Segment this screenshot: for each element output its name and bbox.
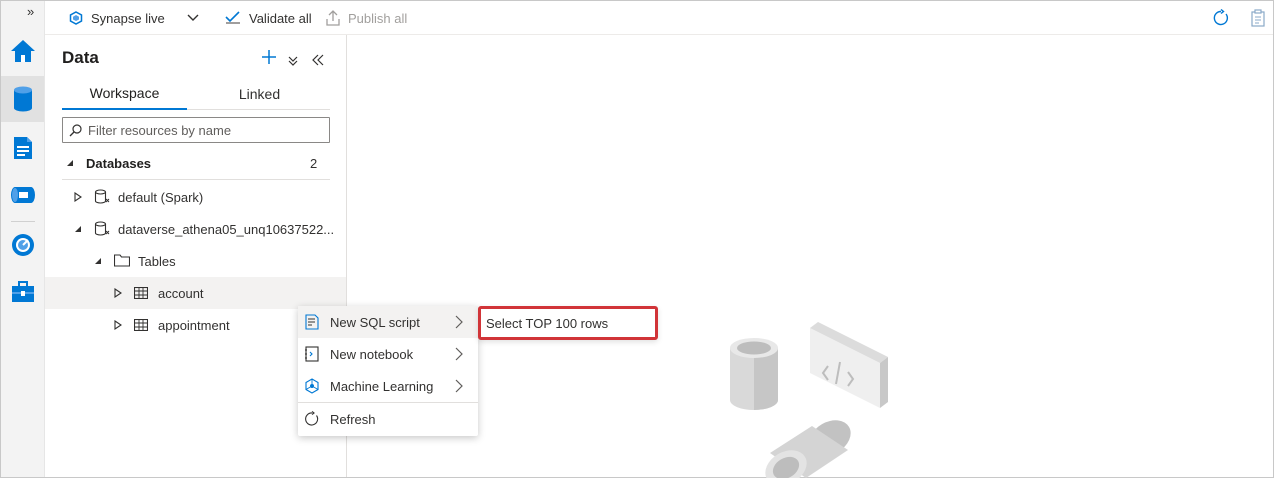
tree-item-tables-folder[interactable]: Tables [45,245,346,277]
tree-item-label: account [158,285,204,301]
discard-toolbar-button[interactable] [1251,1,1273,35]
caret-expanded-icon[interactable] [74,225,82,233]
tree-item-label: appointment [158,317,230,333]
chevron-right-icon [455,315,463,329]
refresh-icon [305,411,319,426]
database-icon [94,189,110,204]
tree-item-table-account[interactable]: account [45,277,346,309]
menu-item-label: Machine Learning [330,378,434,394]
databases-header[interactable]: Databases 2 [45,147,346,179]
publish-all-button[interactable]: Publish all [326,1,407,35]
expand-nav-icon[interactable]: » [27,4,34,19]
submenu-item-select-top-100[interactable]: Select TOP 100 rows [478,306,658,340]
menu-item-machine-learning[interactable]: Machine Learning [298,370,478,402]
filter-input[interactable] [88,122,318,138]
top-toolbar: Synapse live Validate all Publish all [45,1,1273,35]
manage-icon [11,281,34,302]
menu-item-refresh[interactable]: Refresh [298,403,478,435]
home-icon [10,40,35,62]
publish-all-label: Publish all [348,10,408,26]
nav-manage[interactable] [1,269,44,315]
synapse-icon [69,11,83,25]
nav-integrate[interactable] [1,172,44,218]
menu-item-label: Refresh [330,411,376,427]
caret-collapsed-icon[interactable] [114,288,122,298]
panel-tabs: Workspace Linked [62,77,330,110]
panel-title: Data [62,48,99,67]
tree-item-label: dataverse_athena05_unq10637522... [118,221,335,237]
databases-count: 2 [310,155,318,171]
publish-icon [326,10,340,26]
database-icon [94,221,110,236]
caret-expanded-icon[interactable] [94,257,102,265]
menu-item-label: New notebook [330,346,414,362]
left-nav-rail: » [1,1,45,477]
nav-data[interactable] [1,76,44,122]
mode-label: Synapse live [91,10,165,26]
nav-home[interactable] [1,28,44,74]
search-icon [69,123,82,136]
clipboard-icon [1251,9,1265,27]
integrate-icon [10,187,35,203]
nav-develop[interactable] [1,125,44,171]
notebook-icon [305,346,319,362]
tab-workspace[interactable]: Workspace [62,77,187,110]
sql-script-icon [305,314,319,330]
collapse-all-icon[interactable] [288,51,298,71]
machine-learning-icon [305,378,319,394]
collapse-panel-icon[interactable] [312,50,324,70]
data-icon [13,86,32,112]
folder-icon [114,254,130,267]
caret-expanded-icon[interactable] [66,159,74,167]
refresh-icon [1213,9,1229,26]
monitor-icon [11,234,34,256]
tree-item-label: default (Spark) [118,189,204,205]
chevron-right-icon [455,379,463,393]
add-icon[interactable] [261,47,277,67]
menu-item-new-sql-script[interactable]: New SQL script [298,306,478,338]
validate-icon [225,11,240,24]
refresh-toolbar-button[interactable] [1212,1,1238,35]
table-icon [134,287,148,299]
validate-all-button[interactable]: Validate all [225,1,312,35]
caret-collapsed-icon[interactable] [114,320,122,330]
mode-selector[interactable]: Synapse live [69,1,199,35]
databases-divider [62,179,330,180]
table-icon [134,319,148,331]
tree-item-dataverse-db[interactable]: dataverse_athena05_unq10637522... [45,213,346,245]
tree-item-default-spark[interactable]: default (Spark) [45,181,346,213]
chevron-right-icon [455,347,463,361]
context-menu: New SQL script New notebook Machine Lear… [298,306,478,436]
databases-label: Databases [86,155,152,171]
chevron-down-icon[interactable] [187,14,199,22]
tree-item-label: Tables [138,253,176,269]
nav-monitor[interactable] [1,222,44,268]
menu-item-label: New SQL script [330,314,420,330]
menu-item-new-notebook[interactable]: New notebook [298,338,478,370]
caret-collapsed-icon[interactable] [74,192,82,202]
tab-linked[interactable]: Linked [197,77,322,110]
empty-state-illustration [730,322,888,478]
develop-icon [13,137,32,159]
validate-all-label: Validate all [249,10,312,26]
filter-box[interactable] [62,117,330,143]
